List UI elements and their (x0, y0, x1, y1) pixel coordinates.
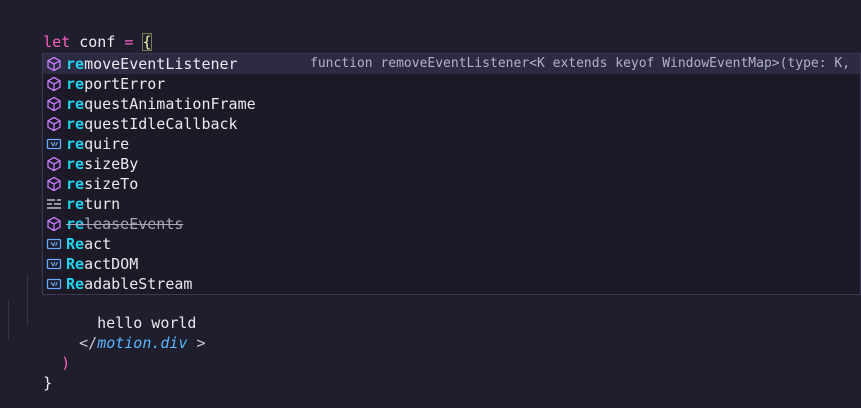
variable-icon (46, 258, 62, 270)
code-line-7: hello world (61, 293, 196, 332)
suggestion-match-highlight: Re (66, 275, 85, 293)
suggestion-label: reportError (66, 74, 165, 94)
suggestion-label: requestAnimationFrame (66, 94, 256, 114)
code-line-8: </motion.div > (43, 313, 205, 352)
suggestion-item[interactable]: ReactDOM (43, 254, 860, 274)
suggestion-label: ReactDOM (66, 254, 138, 274)
suggestion-label-rest: leaseEvents (84, 215, 184, 233)
suggestion-label: removeEventListener (66, 54, 238, 74)
suggestion-label: requestIdleCallback (66, 114, 238, 134)
cube-icon (47, 76, 61, 92)
cube-icon (47, 116, 61, 132)
closing-paren: ) (61, 354, 71, 372)
suggestion-item[interactable]: reportError (43, 74, 860, 94)
suggestion-match-highlight: Re (66, 255, 85, 273)
suggestion-match-highlight: re (66, 135, 85, 153)
suggestion-match-highlight: re (66, 115, 85, 133)
suggestion-match-highlight: re (66, 75, 85, 93)
cube-icon (47, 176, 61, 192)
cube-icon (47, 216, 61, 232)
suggestion-item[interactable]: resizeTo (43, 174, 860, 194)
code-line-2: re (26, 33, 80, 72)
code-editor[interactable]: let conf = { re } anim expo re hello wor… (0, 0, 861, 408)
suggestion-label-rest: actDOM (84, 255, 139, 273)
suggestion-label-rest: moveEventListener (84, 55, 238, 73)
jsx-closing-bracket: </ (79, 334, 98, 352)
indent-guide (8, 300, 9, 340)
suggestion-label-rest: adableStream (84, 275, 193, 293)
suggestion-widget[interactable]: removeEventListener function removeEventL… (42, 53, 861, 295)
code-line-9: ) (25, 333, 70, 372)
suggestion-label-rest: portError (84, 75, 166, 93)
suggestion-label-rest: questAnimationFrame (84, 95, 256, 113)
suggestion-item[interactable]: releaseEvents (43, 214, 860, 234)
suggestion-label: resizeTo (66, 174, 138, 194)
suggestion-item[interactable]: React (43, 234, 860, 254)
suggestion-match-highlight: re (66, 55, 85, 73)
suggestion-item[interactable]: resizeBy (43, 154, 860, 174)
suggestion-detail: function removeEventListener<K extends k… (310, 56, 851, 71)
suggestion-match-highlight: Re (66, 235, 85, 253)
suggestion-label: require (66, 134, 129, 154)
closing-brace: } (43, 374, 53, 392)
suggestion-match-highlight: re (66, 175, 85, 193)
matched-brace-open: { (142, 33, 152, 51)
suggestion-label: resizeBy (66, 154, 138, 174)
suggestion-label-rest: sizeBy (84, 155, 139, 173)
code-line-10: } (7, 353, 52, 392)
suggestion-match-highlight: re (66, 155, 85, 173)
suggestion-label: React (66, 234, 111, 254)
cube-icon (47, 56, 61, 72)
cube-icon (47, 96, 61, 112)
jsx-closing-end: > (187, 334, 206, 352)
suggestion-item[interactable]: removeEventListener function removeEventL… (43, 54, 860, 74)
suggestion-item[interactable]: require (43, 134, 860, 154)
suggestion-item[interactable]: requestIdleCallback (43, 114, 860, 134)
suggestion-label-rest: act (84, 235, 112, 253)
variable-icon (46, 278, 62, 290)
cube-icon (47, 156, 61, 172)
suggestion-label: ReadableStream (66, 274, 192, 294)
identifier-conf: conf (79, 33, 116, 51)
variable-icon (46, 238, 62, 250)
keyword-icon (47, 199, 61, 209)
code-line-1: let conf = { (7, 12, 152, 51)
suggestion-match-highlight: re (66, 195, 85, 213)
suggestion-match-highlight: re (66, 215, 85, 233)
suggestion-label-rest: questIdleCallback (84, 115, 238, 133)
operator-equals: = (124, 33, 134, 51)
suggestion-label: return (66, 194, 120, 214)
suggestion-item[interactable]: ReadableStream (43, 274, 860, 294)
variable-icon (46, 138, 62, 150)
suggestion-label: releaseEvents (66, 214, 183, 234)
suggestion-label-rest: sizeTo (84, 175, 139, 193)
suggestion-label-rest: quire (84, 135, 130, 153)
suggestion-match-highlight: re (66, 95, 85, 113)
jsx-tag-name: motion.div (97, 334, 188, 352)
suggestion-item[interactable]: return (43, 194, 860, 214)
suggestion-item[interactable]: requestAnimationFrame (43, 94, 860, 114)
suggestion-label-rest: turn (84, 195, 121, 213)
